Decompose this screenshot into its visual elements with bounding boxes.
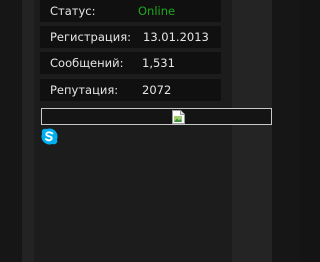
- registration-label: Регистрация:: [50, 30, 131, 44]
- status-row: Статус: Online: [40, 0, 221, 22]
- reputation-value: 2072: [142, 83, 172, 97]
- reputation-row: Репутация: 2072: [40, 79, 221, 101]
- status-value: Online: [138, 4, 176, 18]
- messages-row: Сообщений: 1,531: [40, 52, 221, 74]
- registration-value: 13.01.2013: [143, 30, 209, 44]
- messages-label: Сообщений:: [50, 56, 124, 70]
- reputation-label: Репутация:: [50, 83, 119, 97]
- broken-image-icon: [172, 110, 185, 124]
- registration-row: Регистрация: 13.01.2013: [40, 26, 221, 48]
- profile-sidebar: Статус: Online Регистрация: 13.01.2013 С…: [0, 0, 300, 262]
- signature-banner[interactable]: [41, 108, 272, 125]
- skype-icon[interactable]: [41, 128, 58, 145]
- status-label: Статус:: [50, 4, 96, 18]
- left-rail: [22, 0, 34, 262]
- messages-value: 1,531: [142, 56, 175, 70]
- right-rail: [232, 0, 272, 262]
